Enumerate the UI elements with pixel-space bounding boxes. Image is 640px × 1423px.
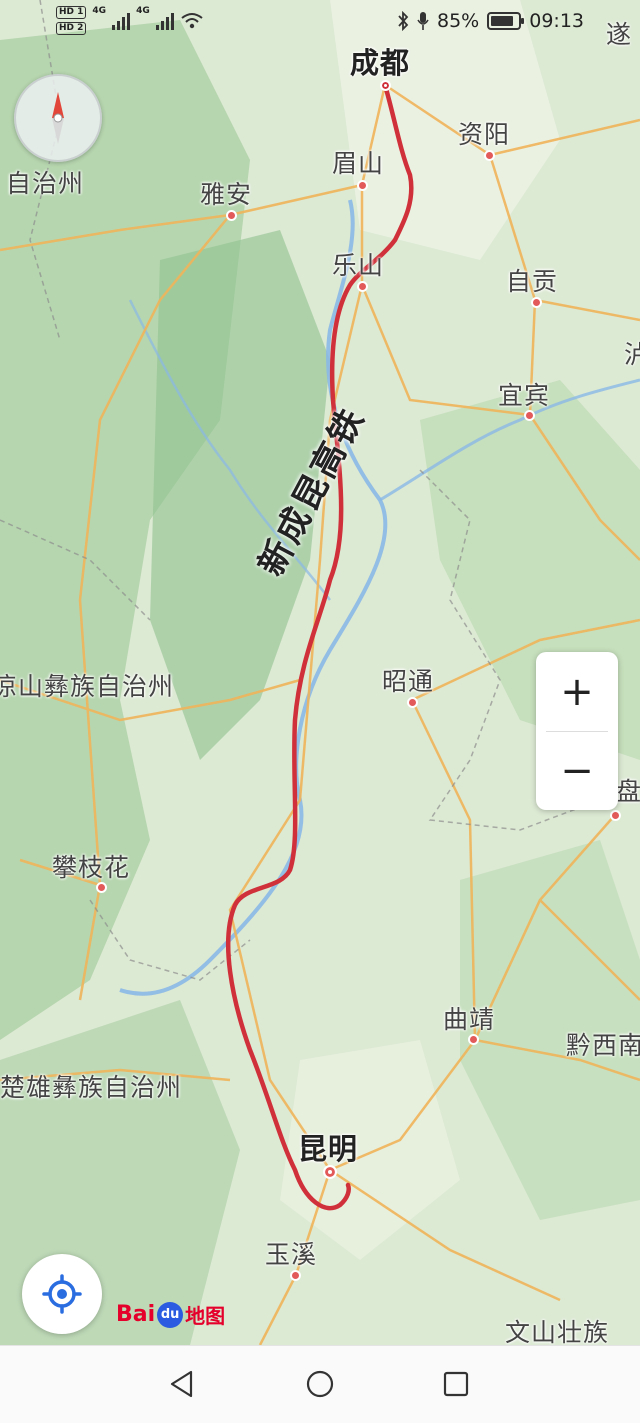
status-time: 09:13 [529, 10, 584, 32]
city-label-yuxi[interactable]: 玉溪 [265, 1235, 317, 1271]
city-label-yibin[interactable]: 宜宾 [498, 376, 550, 412]
recents-square-icon[interactable] [440, 1368, 472, 1400]
logo-text-du: du [157, 1301, 184, 1328]
city-label-ziyang[interactable]: 资阳 [458, 115, 510, 151]
network-hd1: HD 1 [56, 6, 87, 19]
zhaotong-marker[interactable] [407, 697, 418, 708]
logo-text-map: 地图 [185, 1304, 226, 1328]
baidu-map-logo: Bai du 地图 [116, 1300, 225, 1329]
locate-icon [42, 1274, 82, 1314]
city-label-meishan[interactable]: 眉山 [332, 144, 384, 180]
home-circle-icon[interactable] [304, 1368, 336, 1400]
battery-icon [487, 12, 525, 30]
logo-text-bai: Bai [116, 1302, 156, 1327]
region-label-chuxiong: 楚雄彝族自治州 [0, 1073, 183, 1102]
wifi-icon [181, 12, 203, 28]
network-hd2: HD 2 [56, 22, 87, 35]
battery-percent: 85% [437, 10, 480, 32]
city-label-leshan[interactable]: 乐山 [332, 246, 384, 282]
panzhou-marker[interactable] [610, 810, 621, 821]
zoom-in-button[interactable]: + [536, 652, 618, 731]
signal-1-type: 4G [92, 6, 107, 16]
city-label-panzhihua[interactable]: 攀枝花 [52, 848, 130, 884]
ziyang-marker[interactable] [484, 150, 495, 161]
leshan-marker[interactable] [357, 281, 368, 292]
zigong-marker[interactable] [531, 297, 542, 308]
system-navigation-bar [0, 1345, 640, 1423]
status-bar: HD 1 HD 2 4G 4G 85% 09:13 [0, 0, 640, 44]
city-label-zigong[interactable]: 自贡 [506, 262, 558, 298]
zoom-out-button[interactable]: − [536, 731, 618, 810]
city-label-qujing[interactable]: 曲靖 [443, 1000, 495, 1036]
yuxi-marker[interactable] [290, 1270, 301, 1281]
bluetooth-icon [398, 11, 409, 31]
city-label-kunming[interactable]: 昆明 [298, 1126, 358, 1168]
compass-button[interactable] [14, 74, 102, 162]
city-label-chengdu[interactable]: 成都 [350, 40, 410, 82]
region-label-zizhizhou: 自治州 [6, 169, 85, 198]
signal-2-type: 4G [136, 6, 150, 16]
region-label-pan: 盘 [616, 777, 640, 806]
signal-2-bars-icon [155, 12, 174, 30]
region-label-wenshan: 文山壮族 [505, 1318, 610, 1345]
region-label-qianxi: 黔西南 [566, 1031, 640, 1060]
city-label-zhaotong[interactable]: 昭通 [382, 662, 434, 698]
city-label-yaan[interactable]: 雅安 [200, 175, 252, 211]
signal-1-bars-icon [112, 12, 131, 30]
microphone-icon [417, 12, 429, 30]
back-triangle-icon[interactable] [167, 1368, 199, 1400]
locate-button[interactable] [22, 1254, 102, 1334]
region-label-liangshan: 凉山彝族自治州 [0, 672, 175, 701]
zoom-control: + − [536, 652, 618, 810]
yaan-marker[interactable] [226, 210, 237, 221]
region-label-lu: 泸 [624, 340, 640, 369]
meishan-marker[interactable] [357, 180, 368, 191]
compass-icon [52, 92, 64, 144]
